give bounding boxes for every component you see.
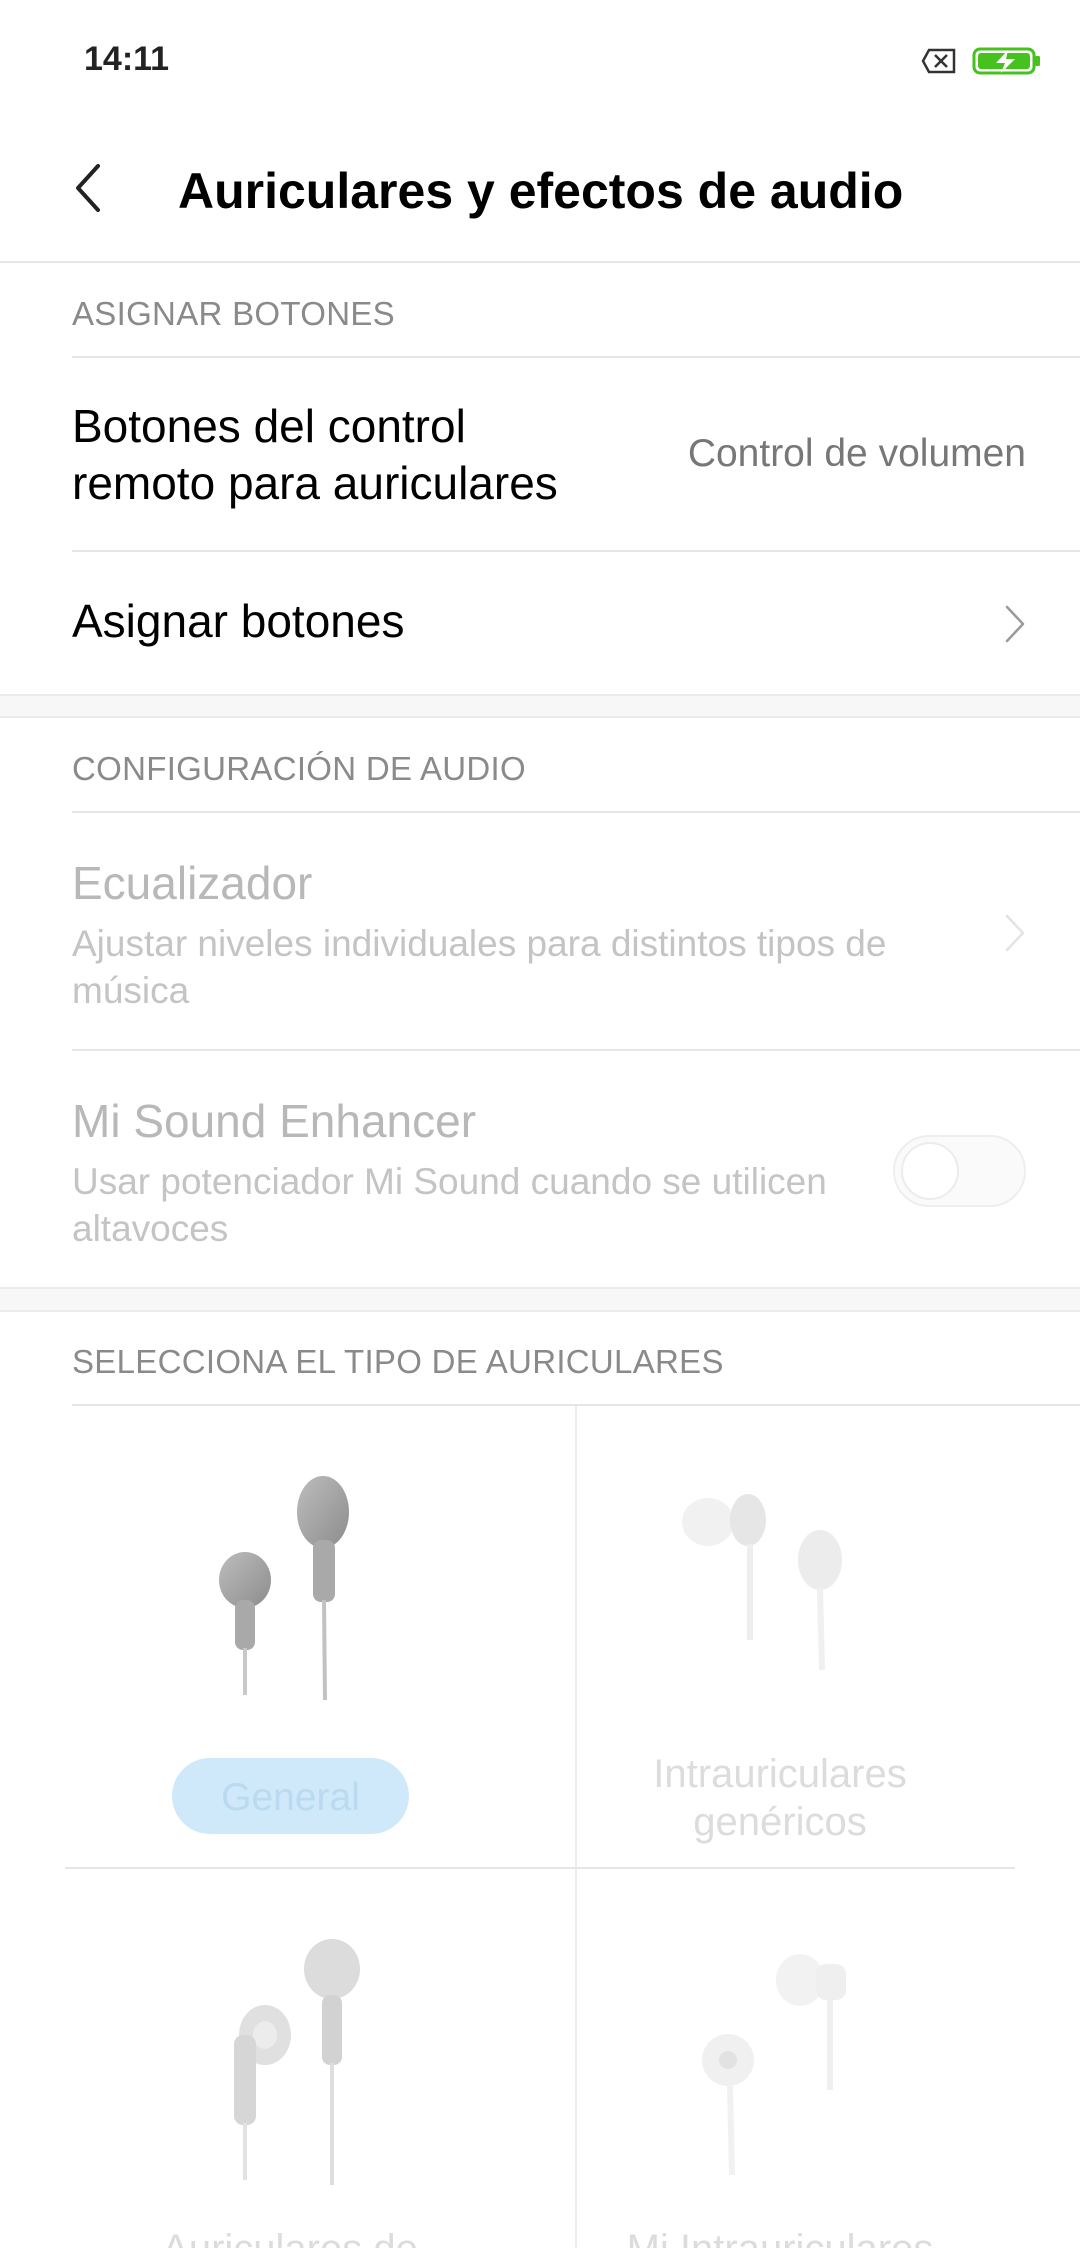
title-bar: Auriculares y efectos de audio <box>0 120 1080 263</box>
remote-buttons-row[interactable]: Botones del control remoto para auricula… <box>0 358 1080 550</box>
chevron-right-icon <box>1005 605 1025 643</box>
battery-charging-icon <box>972 47 1040 75</box>
section-separator <box>0 1287 1080 1312</box>
chevron-right-icon <box>1005 914 1025 952</box>
section-header-audio: CONFIGURACIÓN DE AUDIO <box>72 750 526 787</box>
mi-sound-enhancer-toggle[interactable] <box>893 1135 1026 1207</box>
status-time: 14:11 <box>84 40 170 78</box>
earphones-label: Auriculares de <box>105 2225 475 2248</box>
mi-sound-enhancer-title: Mi Sound Enhancer <box>72 1095 477 1147</box>
earbuds-icon <box>219 1476 349 1701</box>
equalizer-title: Ecualizador <box>72 857 313 909</box>
assign-buttons-title: Asignar botones <box>72 595 405 647</box>
section-header-assign: ASIGNAR BOTONES <box>72 295 395 332</box>
equalizer-row[interactable]: Ecualizador Ajustar niveles individuales… <box>0 813 1080 1049</box>
general-label: General <box>221 1776 360 1819</box>
remote-buttons-value: Control de volumen <box>687 432 1026 475</box>
mi-in-ear-label: Mi Intrauriculares <box>600 2225 960 2248</box>
grid-divider-vertical <box>575 1406 577 2248</box>
earphones-icon <box>234 1939 360 2185</box>
back-chevron-icon[interactable] <box>68 158 108 218</box>
grid-divider-horizontal <box>65 1867 1015 1869</box>
mi-sound-enhancer-row: Mi Sound Enhancer Usar potenciador Mi So… <box>0 1051 1080 1287</box>
mi-in-ear-headphones-icon <box>702 1954 846 2176</box>
equalizer-subtitle: Ajustar niveles individuales para distin… <box>72 923 887 1011</box>
in-ear-generic-label: Intrauriculares genéricos <box>653 1752 907 1844</box>
assign-buttons-row[interactable]: Asignar botones <box>0 552 1080 694</box>
page-title: Auriculares y efectos de audio <box>178 163 904 219</box>
mi-sound-enhancer-subtitle: Usar potenciador Mi Sound cuando se util… <box>72 1161 827 1249</box>
sim-off-icon <box>921 48 956 74</box>
general-selected-pill[interactable]: General <box>172 1758 409 1834</box>
in-ear-headphones-icon <box>682 1494 842 1671</box>
section-separator <box>0 694 1080 718</box>
section-header-headphones: SELECCIONA EL TIPO DE AURICULARES <box>72 1343 724 1380</box>
toggle-knob <box>901 1142 959 1200</box>
remote-buttons-title: Botones del control remoto para auricula… <box>72 400 558 509</box>
status-bar: 14:11 <box>0 0 1080 120</box>
